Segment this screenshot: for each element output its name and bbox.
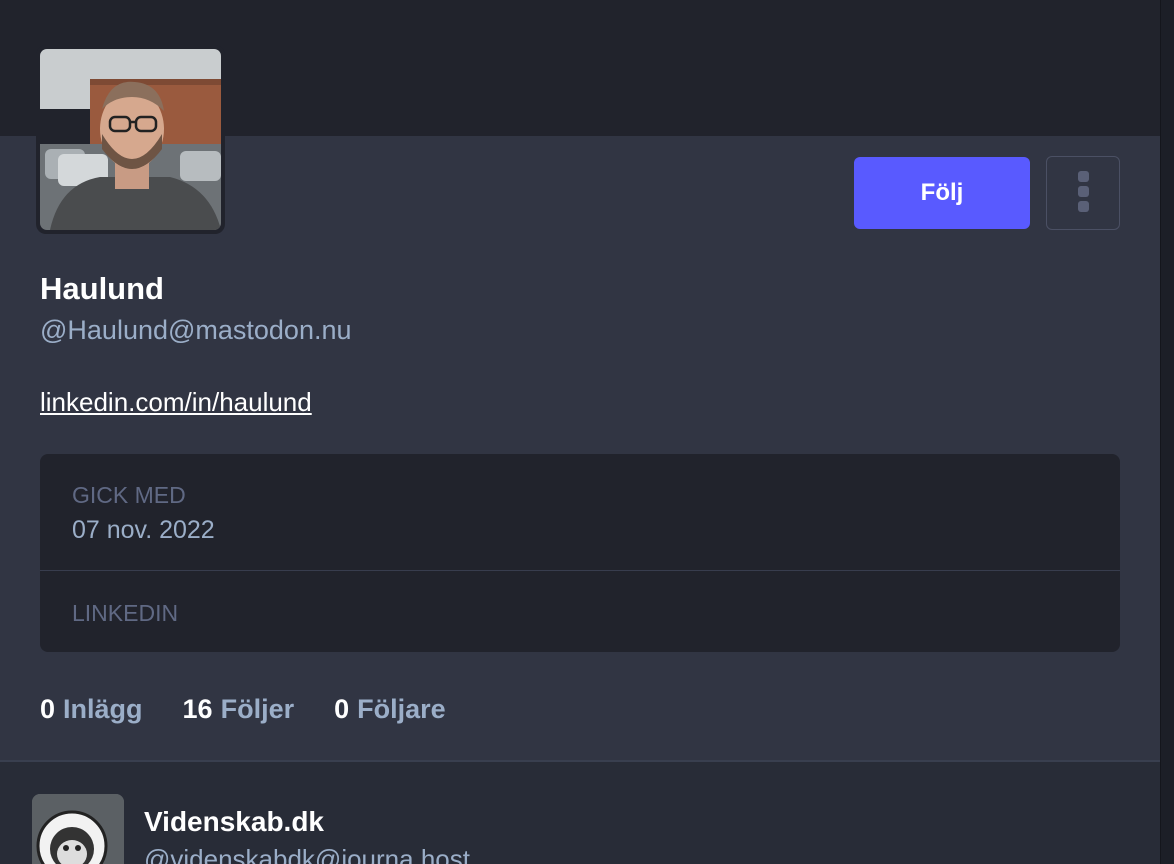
account-list-item[interactable]: Videnskab.dk @videnskabdk@journa.host (0, 762, 1160, 864)
account-name: Videnskab.dk (144, 806, 325, 837)
stat-following[interactable]: 16 Följer (183, 694, 295, 725)
profile-fields: GICK MED 07 nov. 2022 LINKEDIN (40, 454, 1120, 652)
profile-column: Följ Haulund @Haulund@mastodon.nu linked… (0, 0, 1160, 864)
profile-stats: 0 Inlägg 16 Följer 0 Följare (40, 694, 446, 725)
stat-count: 0 (334, 694, 350, 724)
stat-label: Följer (220, 694, 295, 724)
stat-followers[interactable]: 0 Följare (334, 694, 446, 725)
more-options-dot-icon (1078, 171, 1089, 182)
stat-posts[interactable]: 0 Inlägg (40, 694, 143, 725)
display-name: Haulund (40, 271, 164, 306)
stat-label: Inlägg (63, 694, 143, 724)
stat-count: 0 (40, 694, 56, 724)
follow-button[interactable]: Följ (854, 157, 1030, 229)
field-row-joined: GICK MED 07 nov. 2022 (40, 454, 1120, 571)
more-options-dot-icon (1078, 201, 1089, 212)
field-row-linkedin: LINKEDIN (40, 572, 1120, 652)
account-avatar[interactable] (32, 794, 124, 864)
field-label: LINKEDIN (72, 600, 179, 626)
field-value: 07 nov. 2022 (72, 516, 215, 544)
avatar[interactable] (36, 45, 225, 234)
stat-label: Följare (357, 694, 446, 724)
field-label: GICK MED (72, 482, 186, 508)
more-options-dot-icon (1078, 186, 1089, 197)
account-handle: @Haulund@mastodon.nu (40, 315, 352, 345)
profile-link[interactable]: linkedin.com/in/haulund (40, 387, 312, 418)
scrollbar[interactable] (1160, 0, 1174, 864)
stat-count: 16 (182, 694, 213, 724)
more-options-button[interactable] (1046, 156, 1120, 230)
account-handle: @videnskabdk@journa.host (144, 844, 470, 864)
avatar-photo (40, 49, 221, 230)
